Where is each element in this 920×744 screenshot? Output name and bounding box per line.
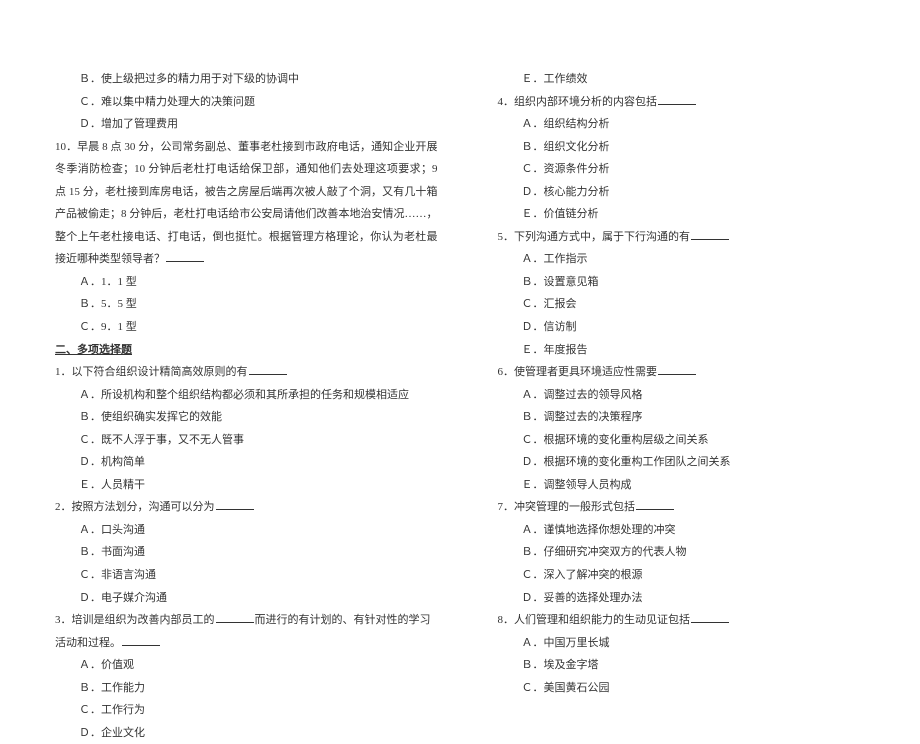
m2-stem: 2．按照方法划分，沟通可以分为 [55,496,438,519]
m3-option-d: Ｄ．企业文化 [55,722,438,744]
left-column: Ｂ．使上级把过多的精力用于对下级的协调中 Ｃ．难以集中精力处理大的决策问题 Ｄ．… [0,0,458,651]
m1-option-d: Ｄ．机构简单 [55,451,438,474]
m6-option-a: Ａ．调整过去的领导风格 [498,384,881,407]
q10-option-a: Ａ．1．1 型 [55,271,438,294]
blank [658,365,696,375]
m5-option-b: Ｂ．设置意见箱 [498,271,881,294]
m5-option-d: Ｄ．信访制 [498,316,881,339]
m7-option-d: Ｄ．妥善的选择处理办法 [498,587,881,610]
m1-option-e: Ｅ．人员精干 [55,474,438,497]
m4-option-d: Ｄ．核心能力分析 [498,181,881,204]
q9-option-c: Ｃ．难以集中精力处理大的决策问题 [55,91,438,114]
m8-option-b: Ｂ．埃及金字塔 [498,654,881,677]
q10-option-c: Ｃ．9．1 型 [55,316,438,339]
blank [216,613,254,623]
m5-option-a: Ａ．工作指示 [498,248,881,271]
blank [216,501,254,511]
m1-stem-text: 1．以下符合组织设计精简高效原则的有 [55,366,248,378]
m3-option-e: Ｅ．工作绩效 [498,68,881,91]
m4-option-c: Ｃ．资源条件分析 [498,158,881,181]
m6-stem-text: 6．使管理者更具环境适应性需要 [498,366,658,378]
blank [691,230,729,240]
m6-option-d: Ｄ．根据环境的变化重构工作团队之间关系 [498,451,881,474]
q9-option-d: Ｄ．增加了管理费用 [55,113,438,136]
blank [122,636,160,646]
q9-option-b: Ｂ．使上级把过多的精力用于对下级的协调中 [55,68,438,91]
blank [166,252,204,262]
m1-option-b: Ｂ．使组织确实发挥它的效能 [55,406,438,429]
m2-option-c: Ｃ．非语言沟通 [55,564,438,587]
m1-option-c: Ｃ．既不人浮于事，又不无人管事 [55,429,438,452]
m7-stem: 7．冲突管理的一般形式包括 [498,496,881,519]
m3-stem-pre: 3．培训是组织为改善内部员工的 [55,614,215,626]
m8-option-c: Ｃ．美国黄石公园 [498,677,881,700]
m8-stem: 8．人们管理和组织能力的生动见证包括 [498,609,881,632]
m5-stem-text: 5．下列沟通方式中，属于下行沟通的有 [498,231,691,243]
m8-stem-text: 8．人们管理和组织能力的生动见证包括 [498,614,691,626]
blank [658,95,696,105]
m4-option-b: Ｂ．组织文化分析 [498,136,881,159]
q10-stem: 10．早晨 8 点 30 分，公司常务副总、董事老杜接到市政府电话，通知企业开展… [55,136,438,271]
m1-stem: 1．以下符合组织设计精简高效原则的有 [55,361,438,384]
m7-option-c: Ｃ．深入了解冲突的根源 [498,564,881,587]
m4-option-a: Ａ．组织结构分析 [498,113,881,136]
m3-option-b: Ｂ．工作能力 [55,677,438,700]
m1-option-a: Ａ．所设机构和整个组织结构都必须和其所承担的任务和规模相适应 [55,384,438,407]
m7-option-a: Ａ．谨慎地选择你想处理的冲突 [498,519,881,542]
section-2-title: 二、多项选择题 [55,339,438,362]
m5-option-e: Ｅ．年度报告 [498,339,881,362]
m7-stem-text: 7．冲突管理的一般形式包括 [498,501,636,513]
m2-option-a: Ａ．口头沟通 [55,519,438,542]
q10-option-b: Ｂ．5．5 型 [55,293,438,316]
m7-option-b: Ｂ．仔细研究冲突双方的代表人物 [498,541,881,564]
two-column-layout: Ｂ．使上级把过多的精力用于对下级的协调中 Ｃ．难以集中精力处理大的决策问题 Ｄ．… [0,0,920,651]
m4-stem-text: 4．组织内部环境分析的内容包括 [498,96,658,108]
blank [249,365,287,375]
m3-option-a: Ａ．价值观 [55,654,438,677]
m6-option-b: Ｂ．调整过去的决策程序 [498,406,881,429]
m4-option-e: Ｅ．价值链分析 [498,203,881,226]
q10-stem-text: 10．早晨 8 点 30 分，公司常务副总、董事老杜接到市政府电话，通知企业开展… [55,141,438,266]
blank [691,613,729,623]
m2-option-b: Ｂ．书面沟通 [55,541,438,564]
m2-option-d: Ｄ．电子媒介沟通 [55,587,438,610]
m5-option-c: Ｃ．汇报会 [498,293,881,316]
right-column: Ｅ．工作绩效 4．组织内部环境分析的内容包括 Ａ．组织结构分析 Ｂ．组织文化分析… [458,0,920,651]
m4-stem: 4．组织内部环境分析的内容包括 [498,91,881,114]
m6-stem: 6．使管理者更具环境适应性需要 [498,361,881,384]
m6-option-c: Ｃ．根据环境的变化重构层级之间关系 [498,429,881,452]
m2-stem-text: 2．按照方法划分，沟通可以分为 [55,501,215,513]
m5-stem: 5．下列沟通方式中，属于下行沟通的有 [498,226,881,249]
m3-stem: 3．培训是组织为改善内部员工的而进行的有计划的、有针对性的学习活动和过程。 [55,609,438,654]
blank [636,501,674,511]
m6-option-e: Ｅ．调整领导人员构成 [498,474,881,497]
m3-option-c: Ｃ．工作行为 [55,699,438,722]
